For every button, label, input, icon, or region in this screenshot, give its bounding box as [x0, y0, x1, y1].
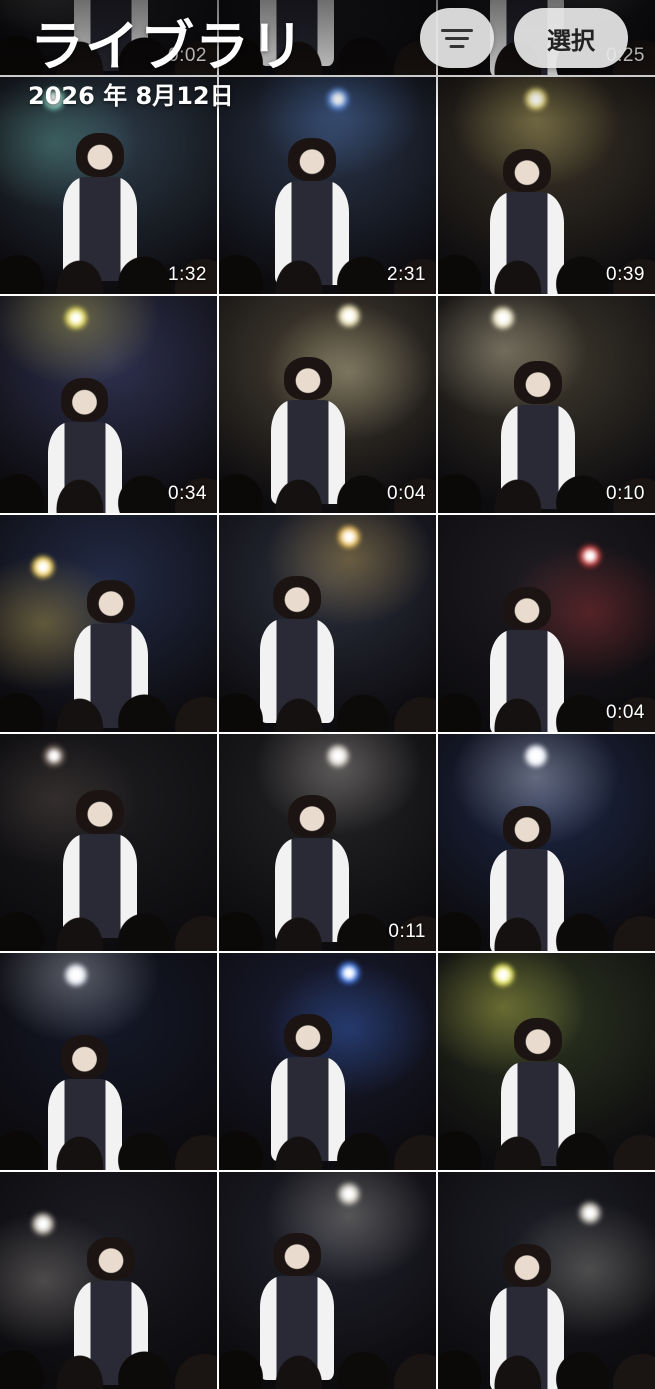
- performer-head: [273, 1232, 321, 1277]
- stage-light: [576, 543, 603, 570]
- media-tile[interactable]: 0:04: [438, 515, 655, 732]
- performer-head: [284, 356, 332, 401]
- media-tile[interactable]: [219, 515, 436, 732]
- select-button[interactable]: 選択: [514, 8, 628, 68]
- stage-light: [336, 959, 363, 986]
- media-tile[interactable]: [0, 515, 217, 732]
- stage-light: [30, 554, 57, 581]
- video-duration: 0:39: [606, 264, 645, 285]
- media-tile[interactable]: [219, 1172, 436, 1389]
- performer-head: [503, 805, 551, 849]
- stage-light: [490, 961, 517, 988]
- media-tile[interactable]: [0, 1172, 217, 1389]
- performer-head: [60, 1035, 109, 1079]
- stage-light: [336, 523, 363, 550]
- section-date: 2026 年 8月12日: [28, 82, 234, 110]
- sort-button[interactable]: [420, 8, 494, 68]
- stage-light: [325, 742, 352, 769]
- media-tile[interactable]: [219, 953, 436, 1170]
- performer-head: [86, 1237, 135, 1281]
- stage-light: [522, 742, 549, 769]
- performer-head: [60, 378, 109, 422]
- stage-light: [336, 302, 363, 329]
- crowd-silhouette: [219, 1100, 436, 1170]
- media-tile[interactable]: 0:34: [0, 296, 217, 513]
- video-duration: 0:34: [168, 483, 207, 504]
- performer-head: [86, 580, 135, 624]
- stage-light: [62, 961, 89, 988]
- performer-head: [284, 1013, 332, 1058]
- performer-head: [503, 586, 551, 630]
- media-tile[interactable]: [438, 734, 655, 951]
- crowd-silhouette: [438, 1100, 655, 1170]
- stage-light: [336, 1180, 363, 1207]
- media-tile[interactable]: 0:10: [438, 296, 655, 513]
- media-tile[interactable]: [438, 1172, 655, 1389]
- crowd-silhouette: [219, 1319, 436, 1389]
- performer-head: [75, 790, 124, 834]
- media-tile[interactable]: [0, 734, 217, 951]
- performer-head: [75, 133, 124, 177]
- performer-head: [513, 361, 562, 405]
- stage-light: [576, 1200, 603, 1227]
- media-tile[interactable]: 2:31: [219, 77, 436, 294]
- video-duration: 0:04: [606, 702, 645, 723]
- stage-light: [490, 304, 517, 331]
- page-title: ライブラリ: [30, 15, 305, 78]
- media-tile[interactable]: 0:39: [438, 77, 655, 294]
- performer-head: [273, 575, 321, 620]
- video-duration: 0:04: [387, 483, 426, 504]
- crowd-silhouette: [438, 1319, 655, 1389]
- video-duration: 1:32: [168, 264, 207, 285]
- performer-head: [513, 1018, 562, 1062]
- media-tile[interactable]: 0:11: [219, 734, 436, 951]
- performer-head: [288, 137, 337, 182]
- media-tile[interactable]: [438, 953, 655, 1170]
- video-duration: 2:31: [387, 264, 426, 285]
- media-tile[interactable]: 0:04: [219, 296, 436, 513]
- performer-head: [503, 148, 551, 192]
- sort-lines-icon: [441, 27, 473, 49]
- crowd-silhouette: [0, 881, 217, 951]
- crowd-silhouette: [219, 662, 436, 732]
- crowd-silhouette: [0, 1319, 217, 1389]
- stage-light: [62, 304, 89, 331]
- stage-light: [41, 742, 68, 769]
- stage-light: [522, 85, 549, 112]
- media-tile[interactable]: [0, 953, 217, 1170]
- video-duration: 0:10: [606, 483, 645, 504]
- photo-grid: 0:02 0:25 1:32 2:31 0:39 0:34 0:04 0:10 …: [0, 0, 655, 1389]
- video-duration: 0:11: [388, 921, 426, 942]
- performer-head: [503, 1243, 551, 1287]
- crowd-silhouette: [438, 881, 655, 951]
- performer-head: [288, 794, 337, 839]
- stage-light: [325, 85, 352, 112]
- crowd-silhouette: [0, 1100, 217, 1170]
- stage-light: [30, 1211, 57, 1238]
- crowd-silhouette: [0, 662, 217, 732]
